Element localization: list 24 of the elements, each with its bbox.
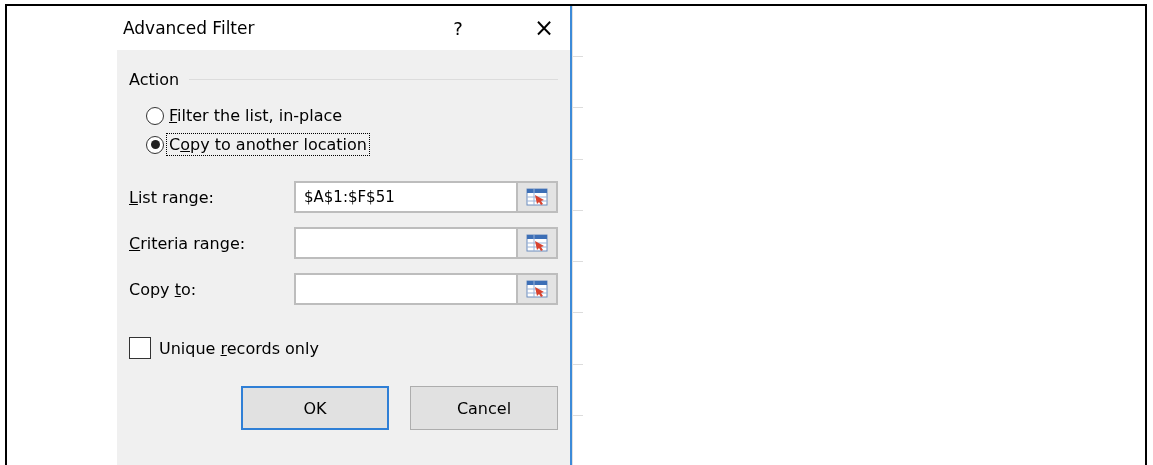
range-picker-button[interactable] [516,273,558,305]
radio-button[interactable] [146,135,164,154]
ok-button[interactable]: OK [241,386,389,430]
window-title: Advanced Filter [123,18,256,38]
field-label: List range: [129,187,215,207]
field-label: Criteria range: [129,233,247,253]
range-picker-icon [526,234,548,252]
radio-label[interactable]: Copy to another location [167,134,369,155]
radio-label[interactable]: Filter the list, in-place [167,105,345,126]
help-button[interactable]: ? [438,8,478,48]
cancel-button[interactable]: Cancel [410,386,558,430]
range-field[interactable] [294,227,516,259]
range-picker-icon [526,188,548,206]
checkbox[interactable] [129,337,151,359]
range-picker-button[interactable] [516,227,558,259]
field-label: Copy to: [129,279,198,299]
radio-button[interactable] [146,106,164,125]
group-label: Action [129,70,180,89]
range-picker-button[interactable] [516,181,558,213]
close-button[interactable]: × [524,8,564,48]
range-picker-icon [526,280,548,298]
checkbox-label[interactable]: Unique records only [159,338,319,358]
range-field[interactable] [294,273,516,305]
range-field[interactable]: $A$1:$F$51 [294,181,516,213]
